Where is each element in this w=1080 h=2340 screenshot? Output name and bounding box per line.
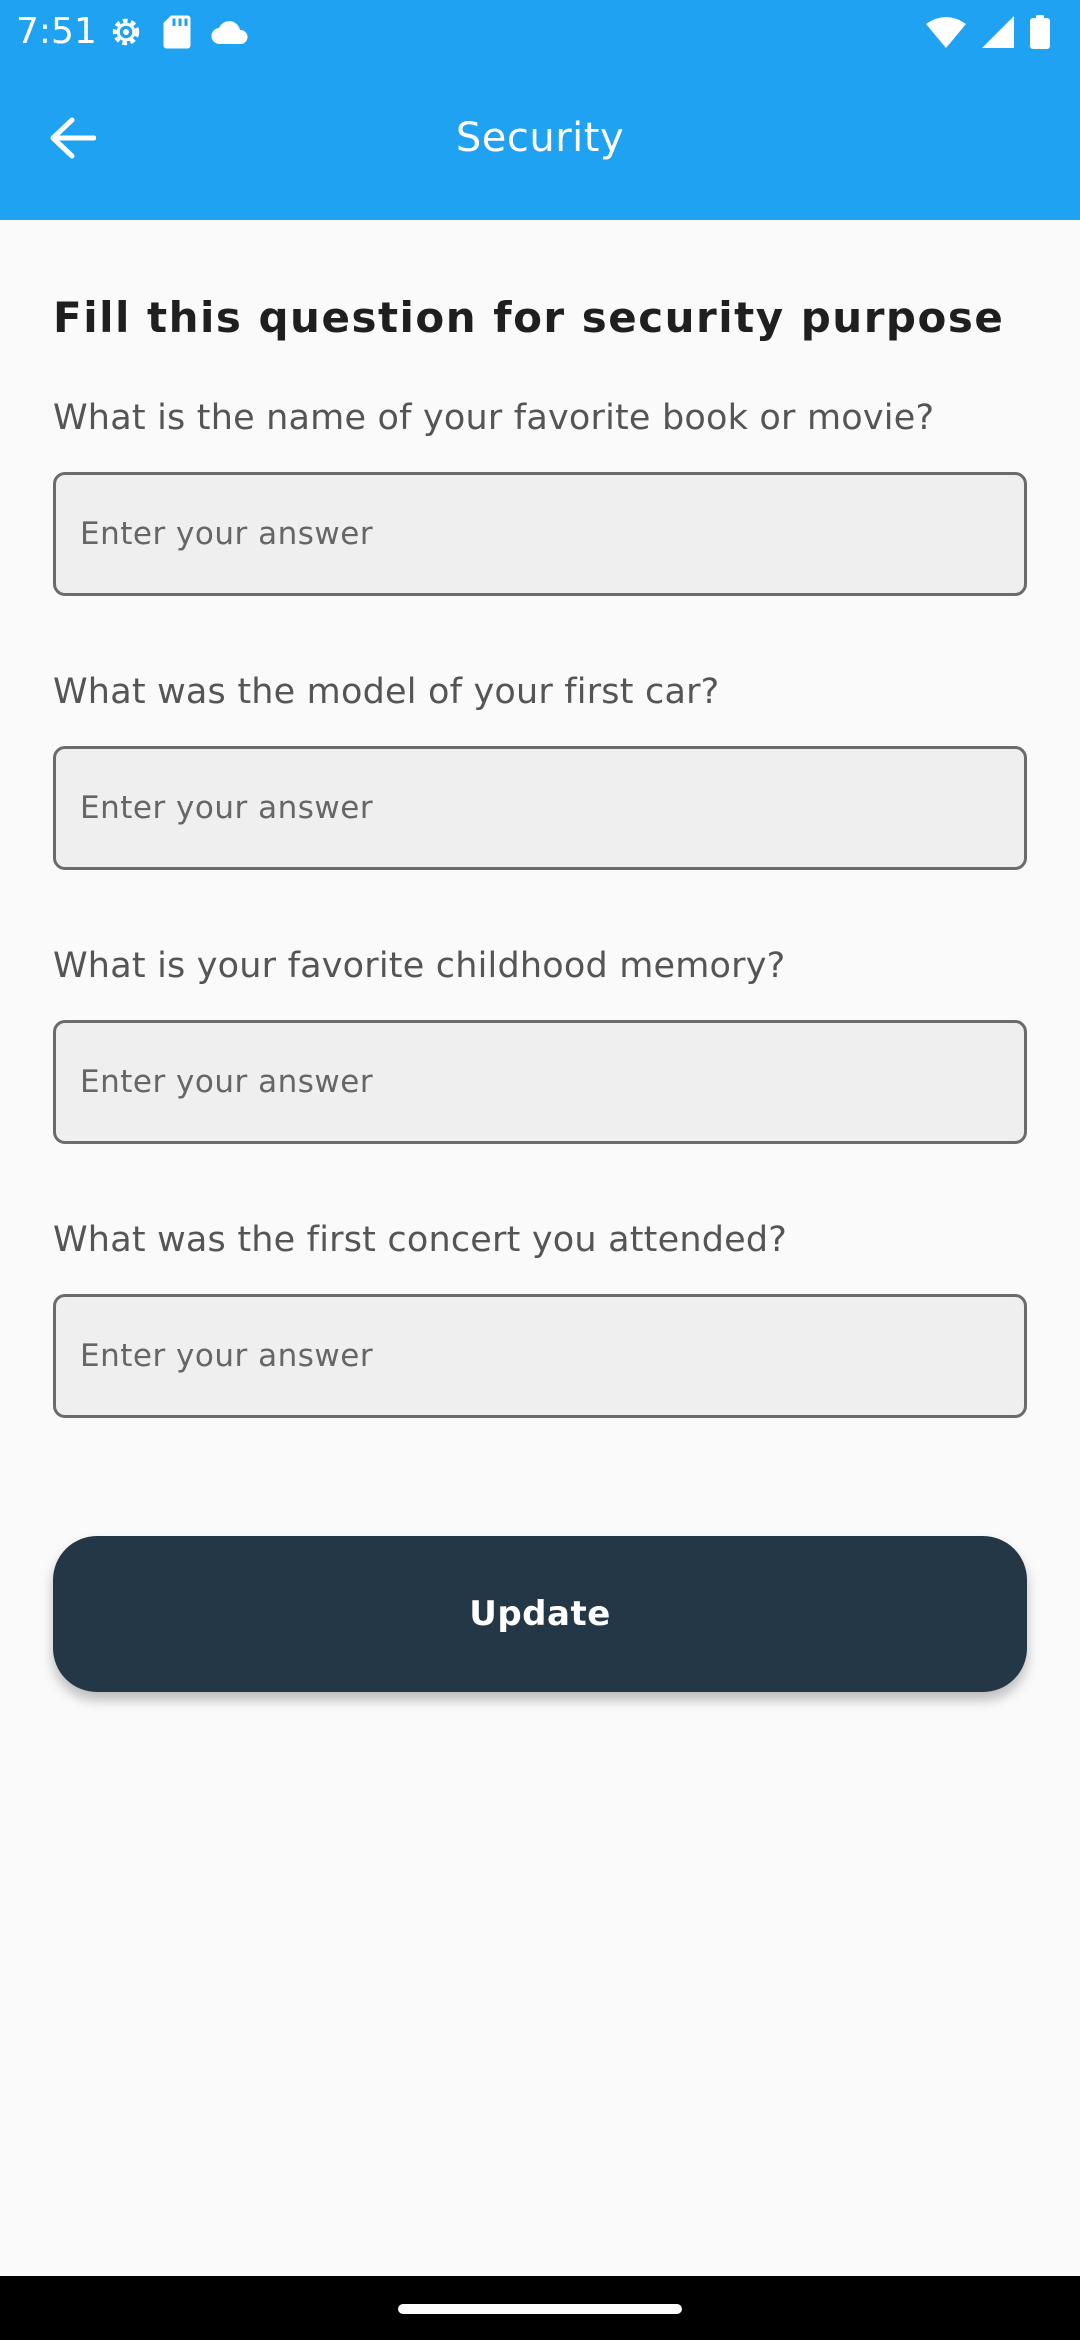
status-bar: 7:51 bbox=[0, 0, 1080, 64]
question-1-answer-input[interactable] bbox=[53, 472, 1027, 596]
question-2: What was the model of your first car? bbox=[53, 668, 1027, 942]
settings-gear-icon bbox=[108, 14, 144, 50]
wifi-icon bbox=[926, 16, 966, 48]
status-icons-left bbox=[108, 14, 250, 50]
form-heading: Fill this question for security purpose bbox=[53, 293, 1005, 342]
cloud-icon bbox=[210, 18, 250, 46]
status-icons-right bbox=[926, 14, 1050, 50]
question-3-label: What is your favorite childhood memory? bbox=[53, 946, 786, 986]
question-4-answer-input[interactable] bbox=[53, 1294, 1027, 1418]
page-title: Security bbox=[455, 115, 625, 161]
system-nav-bar bbox=[0, 2276, 1080, 2340]
question-3-answer-input[interactable] bbox=[53, 1020, 1027, 1144]
question-3: What is your favorite childhood memory? bbox=[53, 942, 1027, 1216]
app-bar: 7:51 Security bbox=[0, 0, 1080, 220]
cellular-signal-icon bbox=[982, 16, 1014, 48]
update-button[interactable]: Update bbox=[53, 1536, 1027, 1692]
question-2-answer-input[interactable] bbox=[53, 746, 1027, 870]
question-1: What is the name of your favorite book o… bbox=[53, 394, 1027, 668]
security-form: Fill this question for security purpose … bbox=[53, 290, 1027, 1490]
status-time: 7:51 bbox=[16, 11, 97, 52]
battery-icon bbox=[1030, 15, 1050, 49]
question-4: What was the first concert you attended? bbox=[53, 1216, 1027, 1490]
question-2-label: What was the model of your first car? bbox=[53, 672, 720, 712]
question-4-label: What was the first concert you attended? bbox=[53, 1220, 788, 1260]
question-1-label: What is the name of your favorite book o… bbox=[53, 398, 935, 438]
home-gesture-handle[interactable] bbox=[398, 2304, 682, 2314]
sd-card-icon bbox=[162, 14, 192, 50]
